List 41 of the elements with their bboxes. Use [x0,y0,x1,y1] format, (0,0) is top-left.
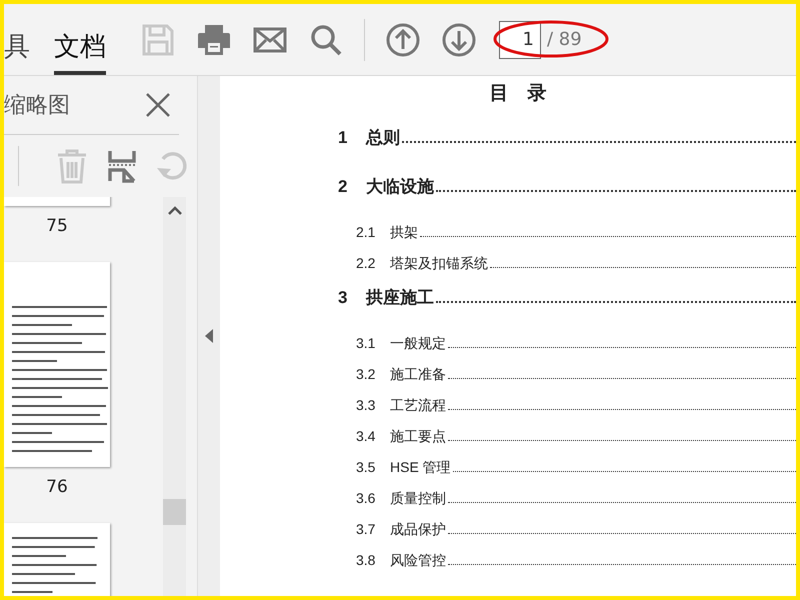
page-number-label: 75 [45,215,69,238]
toc-number: 3 [338,288,348,308]
toc-entry-title: 塔架及扣锚系统 [390,255,488,273]
toc-entry-title: 风险管控 [390,552,446,570]
toc-number: 3.6 [356,490,376,506]
next-page-button[interactable] [441,22,477,58]
toc-number: 2.1 [356,224,376,240]
panel-title: 缩略图 [4,92,70,120]
collapse-arrow-icon[interactable] [204,328,214,344]
page-count: / 89 [547,29,582,50]
close-button[interactable] [145,92,171,118]
toc-number: 3.5 [356,459,376,475]
scroll-thumb[interactable] [163,499,186,525]
toolbar-tab[interactable]: 具 [4,4,30,75]
toc-number: 2.2 [356,255,376,271]
toc-number: 3.3 [356,397,376,413]
toc-number: 3.1 [356,335,376,351]
toc-entry-title: 工艺流程 [390,397,446,415]
toc-heading: 目 录 [488,82,548,106]
scroll-up-icon[interactable] [168,205,182,215]
toc-entry-title: 总则 [366,127,400,149]
toolbar-tab[interactable]: 文档 [54,4,106,75]
toc-entry-title: 施工准备 [390,366,446,384]
toc-number: 3.2 [356,366,376,382]
previous-page-button[interactable] [385,22,421,58]
toc-entry-title: 大临设施 [366,176,434,198]
toc-entry-title: 施工要点 [390,428,446,446]
toc-entry-title: HSE 管理 [390,459,451,477]
toc-number: 3.4 [356,428,376,444]
toc-number: 2 [338,177,348,197]
scrollbar[interactable] [163,197,186,596]
toc-entry-title: 质量控制 [390,490,446,508]
toc-entry-title: 拱架 [390,224,418,242]
toc-entry-title: 成品保护 [390,521,446,539]
toc-number: 1 [338,128,348,148]
toc-number: 3.7 [356,521,376,537]
toc-entry-title: 一般规定 [390,335,446,353]
page-thumbnail[interactable] [4,262,110,467]
page-number-label: 76 [45,476,69,499]
toc-entry-title: 拱座施工 [366,287,434,309]
toc-number: 3.8 [356,552,376,568]
